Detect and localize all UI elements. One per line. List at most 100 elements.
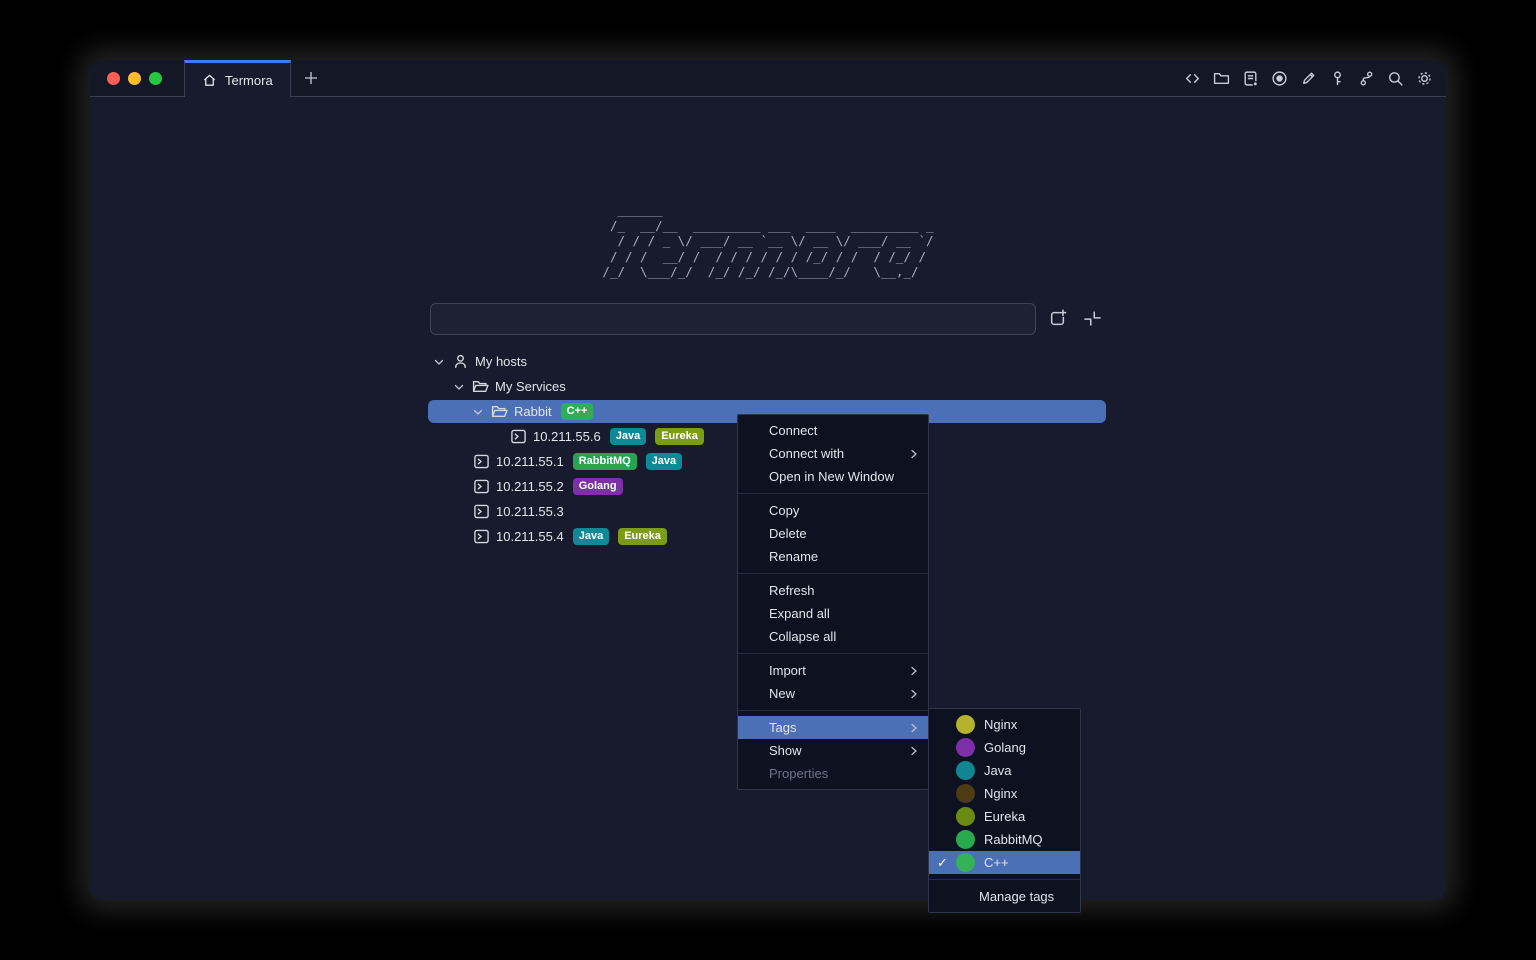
tag-item-rabbitmq[interactable]: RabbitMQ (929, 828, 1080, 851)
code-icon[interactable] (1184, 70, 1201, 87)
settings-gear-icon[interactable] (1416, 70, 1433, 87)
chevron-down-icon[interactable] (471, 405, 485, 419)
menu-item-label: Tags (769, 720, 796, 735)
collapse-layout-button[interactable] (1081, 307, 1103, 329)
folder-open-icon (491, 403, 508, 420)
folder-icon[interactable] (1213, 70, 1230, 87)
main-content: ______ /_ __/__ _________ ___ ____ _____… (90, 97, 1446, 900)
menu-item-rename[interactable]: Rename (738, 545, 928, 568)
menu-item-label: Import (769, 663, 806, 678)
tag-label: Eureka (984, 809, 1025, 824)
menu-item-import[interactable]: Import (738, 659, 928, 682)
user-icon (452, 353, 469, 370)
submenu-arrow-icon (909, 746, 919, 756)
tag-item-nginx-2[interactable]: Nginx (929, 782, 1080, 805)
minimize-window-button[interactable] (128, 72, 141, 85)
submenu-arrow-icon (909, 689, 919, 699)
tag-item-eureka[interactable]: Eureka (929, 805, 1080, 828)
tree-row-my-services[interactable]: My Services (428, 375, 1106, 398)
menu-item-copy[interactable]: Copy (738, 499, 928, 522)
submenu-arrow-icon (909, 666, 919, 676)
folder-open-icon (472, 378, 489, 395)
tag-badge: Java (610, 428, 646, 445)
menu-item-collapse-all[interactable]: Collapse all (738, 625, 928, 648)
log-icon[interactable] (1242, 70, 1259, 87)
tag-badge: Golang (573, 478, 623, 495)
tag-item-nginx[interactable]: Nginx (929, 713, 1080, 736)
menu-item-open-in-new-window[interactable]: Open in New Window (738, 465, 928, 488)
tag-label: RabbitMQ (984, 832, 1043, 847)
host-filter-input[interactable] (430, 303, 1036, 335)
tree-node-label: My Services (495, 379, 566, 394)
submenu-arrow-icon (909, 723, 919, 733)
menu-item-label: Connect with (769, 446, 844, 461)
menu-item-delete[interactable]: Delete (738, 522, 928, 545)
menu-item-tags[interactable]: Tags (738, 716, 928, 739)
checkmark-icon: ✓ (937, 855, 956, 871)
tag-label: C++ (984, 855, 1009, 870)
zoom-window-button[interactable] (149, 72, 162, 85)
tag-badge: C++ (561, 403, 594, 420)
menu-item-connect[interactable]: Connect (738, 419, 928, 442)
menu-separator (738, 573, 928, 574)
chevron-down-icon[interactable] (452, 380, 466, 394)
tag-item-golang[interactable]: Golang (929, 736, 1080, 759)
toolbar (1184, 60, 1446, 96)
tag-badge: Eureka (655, 428, 704, 445)
tag-label: Nginx (984, 717, 1017, 732)
add-host-button[interactable] (1046, 307, 1068, 329)
tag-label: Golang (984, 740, 1026, 755)
tree-node-label: 10.211.55.4 (496, 529, 564, 544)
menu-item-show[interactable]: Show (738, 739, 928, 762)
tree-node-label: 10.211.55.2 (496, 479, 564, 494)
terminal-icon (473, 503, 490, 520)
termora-ascii-logo: ______ /_ __/__ _________ ___ ____ _____… (602, 202, 933, 280)
tab-label: Termora (225, 73, 273, 88)
tag-badge: RabbitMQ (573, 453, 637, 470)
menu-separator (738, 710, 928, 711)
tree-row-my-hosts[interactable]: My hosts (428, 350, 1106, 373)
tree-node-label: Rabbit (514, 404, 552, 419)
tag-label: Nginx (984, 786, 1017, 801)
branch-icon[interactable] (1358, 70, 1375, 87)
terminal-icon (510, 428, 527, 445)
tree-node-label: 10.211.55.3 (496, 504, 564, 519)
menu-item-connect-with[interactable]: Connect with (738, 442, 928, 465)
context-menu: Connect Connect with Open in New Window … (737, 414, 929, 790)
record-icon[interactable] (1271, 70, 1288, 87)
submenu-arrow-icon (909, 449, 919, 459)
search-icon[interactable] (1387, 70, 1404, 87)
new-tab-button[interactable] (291, 60, 331, 96)
menu-separator (738, 653, 928, 654)
menu-item-refresh[interactable]: Refresh (738, 579, 928, 602)
tab-bar: Termora (90, 60, 1446, 97)
menu-item-new[interactable]: New (738, 682, 928, 705)
menu-item-expand-all[interactable]: Expand all (738, 602, 928, 625)
home-icon (202, 73, 217, 88)
key-icon[interactable] (1329, 70, 1346, 87)
edit-icon[interactable] (1300, 70, 1317, 87)
terminal-icon (473, 453, 490, 470)
host-actions (1046, 307, 1103, 329)
tag-badge: Java (573, 528, 609, 545)
close-window-button[interactable] (107, 72, 120, 85)
collapse-layout-icon (1082, 308, 1103, 329)
tree-node-label: 10.211.55.1 (496, 454, 564, 469)
termora-window: Termora ______ /_ __/__ _________ ___ __… (90, 60, 1446, 900)
tag-badge: Eureka (618, 528, 667, 545)
tag-item-java[interactable]: Java (929, 759, 1080, 782)
tab-termora[interactable]: Termora (184, 60, 291, 97)
add-host-icon (1047, 308, 1068, 329)
tag-item-cpp[interactable]: ✓ C++ (929, 851, 1080, 874)
traffic-lights (90, 60, 184, 96)
tag-color-dot (956, 738, 975, 757)
chevron-down-icon[interactable] (432, 355, 446, 369)
tags-submenu: Nginx Golang Java Nginx Eureka (928, 708, 1081, 913)
tag-color-dot (956, 830, 975, 849)
menu-item-properties[interactable]: Properties (738, 762, 928, 785)
tag-color-dot (956, 715, 975, 734)
terminal-icon (473, 528, 490, 545)
manage-tags-button[interactable]: Manage tags (929, 885, 1080, 908)
menu-item-label: Show (769, 743, 802, 758)
menu-separator (738, 493, 928, 494)
